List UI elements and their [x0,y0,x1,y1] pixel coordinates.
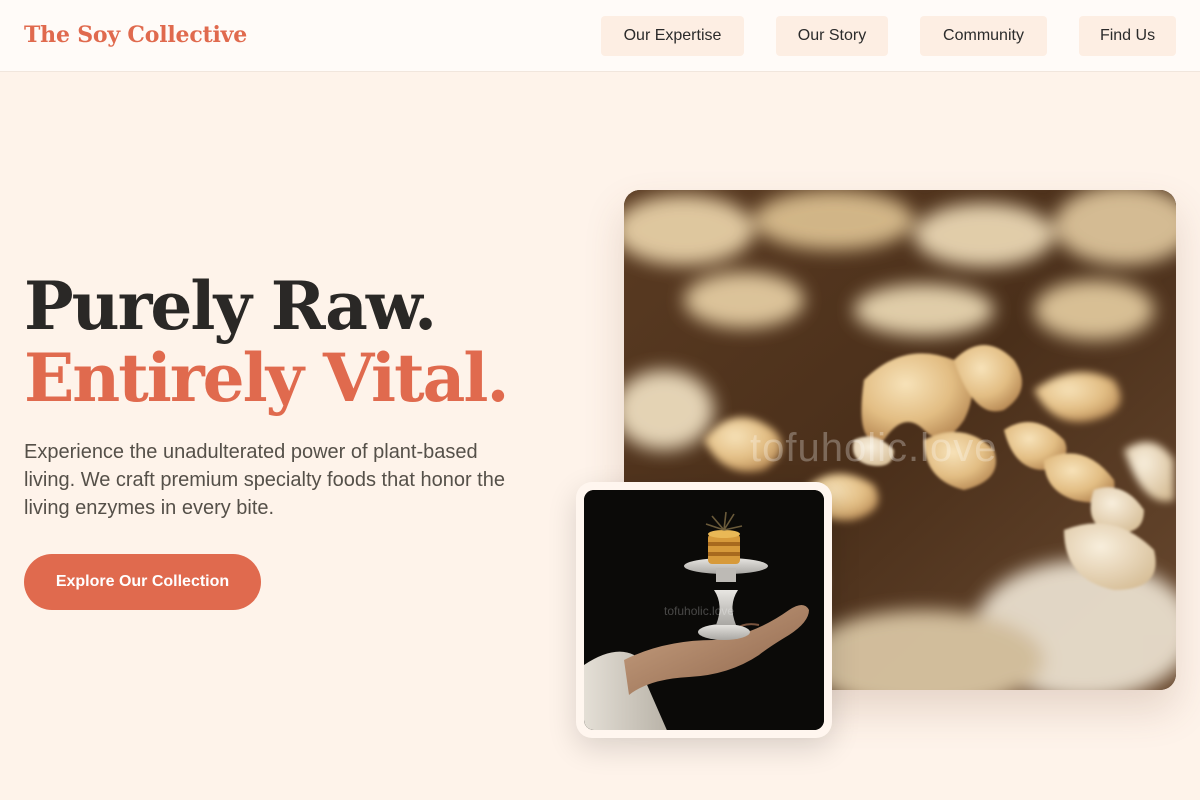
explore-collection-button[interactable]: Explore Our Collection [24,554,261,610]
nav-link-community[interactable]: Community [920,16,1047,56]
main-photo-watermark: tofuholic.love [750,426,998,470]
nav-link-our-expertise[interactable]: Our Expertise [601,16,744,56]
plated-dish-photo-frame: tofuholic.love [576,482,832,738]
hero-description: Experience the unadulterated power of pl… [24,441,505,519]
hero-title-line-1: Purely Raw. [24,267,437,345]
sub-photo-watermark: tofuholic.love [664,604,735,618]
plated-dish-photo: tofuholic.love [584,490,824,730]
hero-title-line-2: Entirely Vital. [24,339,509,417]
brand-logo[interactable]: The Soy Collective [24,22,247,48]
nav-link-find-us[interactable]: Find Us [1079,16,1176,56]
nav-link-our-story[interactable]: Our Story [776,16,888,56]
navbar: The Soy Collective Our Expertise Our Sto… [0,0,1200,72]
hero-title: Purely Raw. Entirely Vital. [24,267,509,417]
